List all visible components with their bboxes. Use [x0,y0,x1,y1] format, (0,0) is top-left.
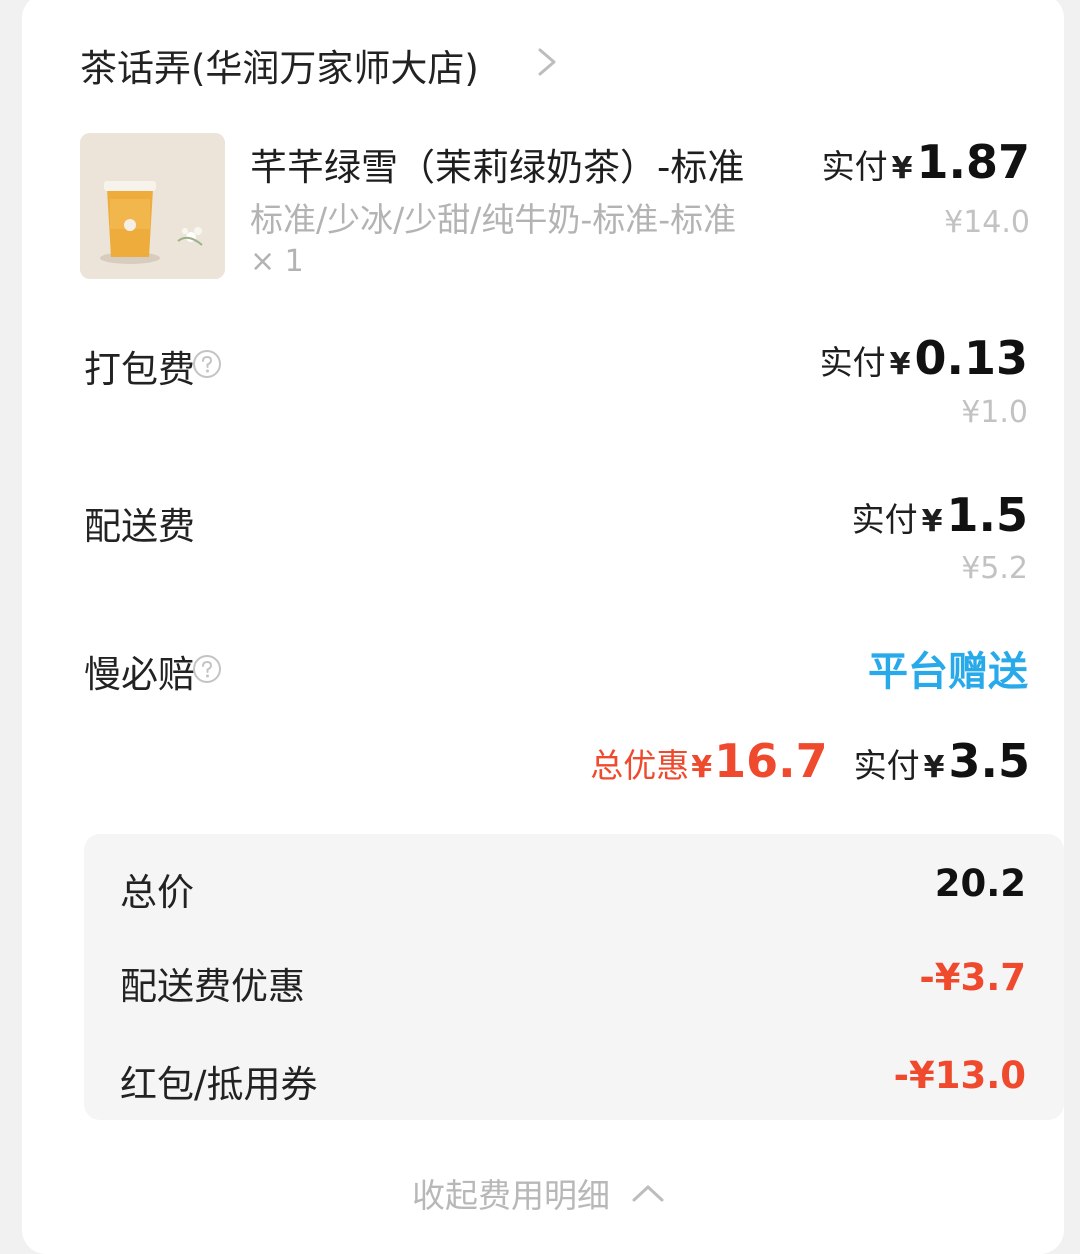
chevron-up-icon [632,1185,664,1202]
packing-fee-original-price: ¥1.0 [961,395,1028,430]
product-name: 芊芊绿雪（茉莉绿奶茶）-标准 [250,146,745,189]
store-name[interactable]: 茶话弄(华润万家师大店) [80,38,479,92]
total-discount-amount: 16.7 [714,734,828,788]
product-pay-row: 实付 ¥ 1.87 [822,135,1030,189]
collapse-fee-details-button[interactable]: 收起费用明细 [412,1169,666,1217]
total-price-value: 20.2 [934,862,1026,905]
delivery-fee-pay-row: 实付 ¥ 1.5 [852,488,1028,542]
total-price-label: 总价 [120,871,194,914]
yen-symbol: ¥ [889,347,911,382]
yen-symbol: ¥ [891,151,913,186]
order-fee-card: 茶话弄(华润万家师大店) 芊芊绿雪（茉莉绿奶茶）-标准 标准/少冰/少甜/纯牛奶… [22,0,1064,1254]
delivery-fee-label: 配送费 [84,505,195,548]
delivery-fee-pay-amount: 1.5 [946,488,1029,542]
total-pay-amount: 3.5 [948,734,1031,788]
summary-row: 总优惠 ¥ 16.7 实付 ¥ 3.5 [590,734,1030,788]
total-discount-label: 总优惠 [590,746,690,785]
packing-fee-pay-row: 实付 ¥ 0.13 [820,331,1028,385]
packing-fee-label: 打包费 [84,348,195,391]
delivery-discount-value: -¥3.7 [919,956,1026,999]
pay-label: 实付 [853,746,920,785]
delivery-discount-label: 配送费优惠 [120,965,305,1008]
yen-symbol: ¥ [691,750,713,785]
product-spec: 标准/少冰/少甜/纯牛奶-标准-标准 [250,200,737,239]
late-compensation-label: 慢必赔 [84,653,195,696]
product-thumbnail[interactable] [80,133,225,279]
yen-symbol: ¥ [923,750,945,785]
delivery-fee-original-price: ¥5.2 [961,551,1028,586]
fee-detail-box: 总价 20.2 配送费优惠 -¥3.7 红包/抵用券 -¥13.0 [84,834,1064,1120]
product-quantity: × 1 [250,244,304,279]
yen-symbol: ¥ [921,504,943,539]
packing-fee-pay-amount: 0.13 [914,331,1029,385]
question-circle-icon[interactable] [192,349,222,379]
product-pay-amount: 1.87 [916,135,1031,189]
product-original-price: ¥14.0 [944,205,1030,240]
coupon-value: -¥13.0 [893,1054,1026,1097]
pay-label: 实付 [851,500,918,539]
pay-label: 实付 [821,147,888,186]
question-circle-icon[interactable] [192,654,222,684]
collapse-label: 收起费用明细 [412,1176,610,1215]
chevron-right-icon[interactable] [532,44,562,80]
milk-tea-cup-icon [80,133,225,279]
platform-gift-label: 平台赠送 [868,649,1028,695]
coupon-label: 红包/抵用券 [120,1063,318,1106]
pay-label: 实付 [819,343,886,382]
